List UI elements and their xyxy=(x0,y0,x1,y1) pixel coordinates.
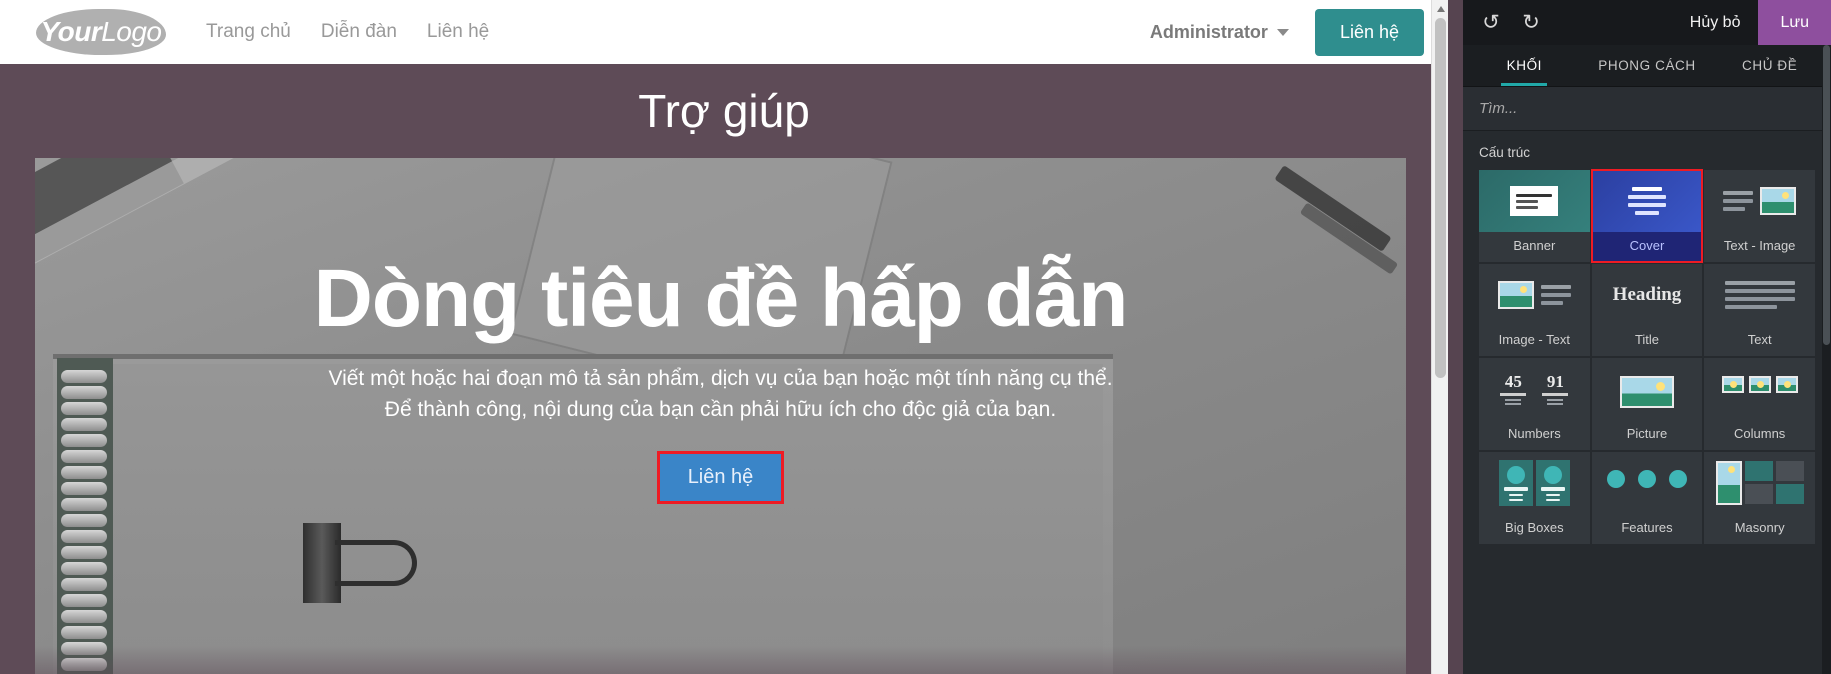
block-option-image-text[interactable]: Image - Text xyxy=(1479,264,1590,356)
block-label: Big Boxes xyxy=(1479,514,1590,544)
scroll-up-arrow-icon[interactable] xyxy=(1432,0,1448,17)
search-input[interactable] xyxy=(1479,100,1815,117)
block-option-text-image[interactable]: Text - Image xyxy=(1704,170,1815,262)
block-thumbnail xyxy=(1591,452,1703,514)
website-preview-canvas[interactable]: YourLogo Trang chủ Diễn đàn Liên hệ Admi… xyxy=(0,0,1448,674)
block-label: Text xyxy=(1704,326,1815,356)
website-navbar: YourLogo Trang chủ Diễn đàn Liên hệ Admi… xyxy=(0,0,1448,64)
editor-tabs: KHỐI PHONG CÁCH CHỦ ĐỀ xyxy=(1463,45,1831,87)
block-palette: Cấu trúc Banner Cover Text - Image Image… xyxy=(1463,131,1831,544)
block-grid: Banner Cover Text - Image Image - Text He… xyxy=(1479,169,1815,544)
save-button[interactable]: Lưu xyxy=(1758,0,1831,45)
block-option-cover[interactable]: Cover xyxy=(1590,169,1704,263)
cover-bottom-fade xyxy=(35,646,1406,674)
block-thumbnail: Heading xyxy=(1591,264,1703,326)
block-label: Masonry xyxy=(1704,514,1815,544)
block-label: Numbers xyxy=(1479,420,1590,450)
cover-block[interactable]: Dòng tiêu đề hấp dẫn Viết một hoặc hai đ… xyxy=(35,158,1406,674)
block-thumbnail xyxy=(1479,264,1590,326)
block-label: Picture xyxy=(1591,420,1703,450)
block-label: Image - Text xyxy=(1479,326,1590,356)
block-option-picture[interactable]: Picture xyxy=(1591,358,1703,450)
nav-link-forum[interactable]: Diễn đàn xyxy=(321,21,397,43)
tab-blocks[interactable]: KHỐI xyxy=(1463,45,1586,86)
redo-icon[interactable]: ↻ xyxy=(1511,0,1551,45)
navbar-right: Administrator Liên hệ xyxy=(1150,8,1424,56)
block-thumbnail xyxy=(1704,452,1815,514)
logo-blob-shape: YourLogo xyxy=(36,9,166,55)
logo-text-light: Logo xyxy=(101,16,162,47)
editor-panel: ↺ ↻ Hủy bỏ Lưu KHỐI PHONG CÁCH CHỦ ĐỀ Cấ… xyxy=(1463,0,1831,674)
hero-contact-button[interactable]: Liên hệ xyxy=(659,453,782,501)
block-label: Cover xyxy=(1591,232,1703,262)
block-label: Text - Image xyxy=(1704,232,1815,262)
discard-button[interactable]: Hủy bỏ xyxy=(1672,0,1759,45)
hero-paragraph-line-2[interactable]: Để thành công, nội dung của bạn cần phải… xyxy=(385,395,1056,425)
block-option-columns[interactable]: Columns xyxy=(1704,358,1815,450)
block-thumbnail xyxy=(1591,170,1703,232)
panel-scrollbar-thumb[interactable] xyxy=(1823,45,1830,345)
cover-content: Dòng tiêu đề hấp dẫn Viết một hoặc hai đ… xyxy=(35,158,1406,674)
logo-text: YourLogo xyxy=(40,16,162,48)
preview-scrollbar-thumb[interactable] xyxy=(1435,18,1446,378)
hero-cta-selection-outline: Liên hệ xyxy=(656,450,785,504)
thumb-columns-icon xyxy=(1721,376,1798,402)
navbar-contact-button[interactable]: Liên hệ xyxy=(1314,8,1424,56)
block-thumbnail xyxy=(1591,358,1703,420)
block-label: Columns xyxy=(1704,420,1815,450)
block-option-text[interactable]: Text xyxy=(1704,264,1815,356)
editor-toolbar: ↺ ↻ Hủy bỏ Lưu xyxy=(1463,0,1831,45)
hero-paragraph-line-1[interactable]: Viết một hoặc hai đoạn mô tả sản phẩm, d… xyxy=(328,364,1112,394)
block-option-banner[interactable]: Banner xyxy=(1479,170,1590,262)
thumb-centered-lines-icon xyxy=(1627,187,1666,215)
thumb-numbers-icon: 45 91 xyxy=(1500,373,1569,405)
block-thumbnail: 45 91 xyxy=(1479,358,1590,420)
hero-title[interactable]: Dòng tiêu đề hấp dẫn xyxy=(314,255,1129,342)
thumb-masonry-icon xyxy=(1715,461,1804,505)
block-thumbnail xyxy=(1479,452,1590,514)
thumb-big-boxes-icon xyxy=(1498,460,1570,506)
block-option-numbers[interactable]: 45 91 Numbers xyxy=(1479,358,1590,450)
thumb-features-icon xyxy=(1604,469,1690,497)
block-thumbnail xyxy=(1479,170,1590,232)
page-body: Trợ giúp Dòng tiêu đề hấp dẫn Viết một h… xyxy=(0,64,1448,674)
preview-scrollbar[interactable] xyxy=(1431,0,1448,674)
page-title: Trợ giúp xyxy=(638,85,810,137)
logo-text-bold: Your xyxy=(40,16,102,47)
block-label: Features xyxy=(1591,514,1703,544)
block-label: Banner xyxy=(1479,232,1590,262)
nav-link-contact[interactable]: Liên hệ xyxy=(427,21,489,43)
thumb-image-text-icon xyxy=(1497,281,1571,309)
section-label-structure: Cấu trúc xyxy=(1479,145,1531,160)
navbar-links: Trang chủ Diễn đàn Liên hệ xyxy=(206,21,489,43)
block-option-title[interactable]: Heading Title xyxy=(1591,264,1703,356)
block-label: Title xyxy=(1591,326,1703,356)
thumb-text-lines-icon xyxy=(1724,281,1795,309)
thumb-heading-icon: Heading xyxy=(1612,284,1682,305)
block-option-masonry[interactable]: Masonry xyxy=(1704,452,1815,544)
block-thumbnail xyxy=(1704,358,1815,420)
thumb-card-icon xyxy=(1510,186,1559,216)
block-option-big-boxes[interactable]: Big Boxes xyxy=(1479,452,1590,544)
panel-scrollbar[interactable] xyxy=(1822,45,1831,674)
tab-theme[interactable]: CHỦ ĐỀ xyxy=(1708,45,1831,86)
block-thumbnail xyxy=(1704,264,1815,326)
thumb-text-image-icon xyxy=(1723,187,1797,215)
account-label: Administrator xyxy=(1149,21,1268,42)
block-thumbnail xyxy=(1704,170,1815,232)
account-dropdown[interactable]: Administrator xyxy=(1150,22,1289,43)
undo-icon[interactable]: ↺ xyxy=(1471,0,1511,45)
chevron-down-icon xyxy=(1276,28,1289,36)
thumb-picture-icon xyxy=(1619,370,1674,408)
site-logo[interactable]: YourLogo xyxy=(36,9,166,55)
block-option-features[interactable]: Features xyxy=(1591,452,1703,544)
block-search-row xyxy=(1463,87,1831,131)
nav-link-home[interactable]: Trang chủ xyxy=(206,21,291,43)
tab-style[interactable]: PHONG CÁCH xyxy=(1586,45,1709,86)
